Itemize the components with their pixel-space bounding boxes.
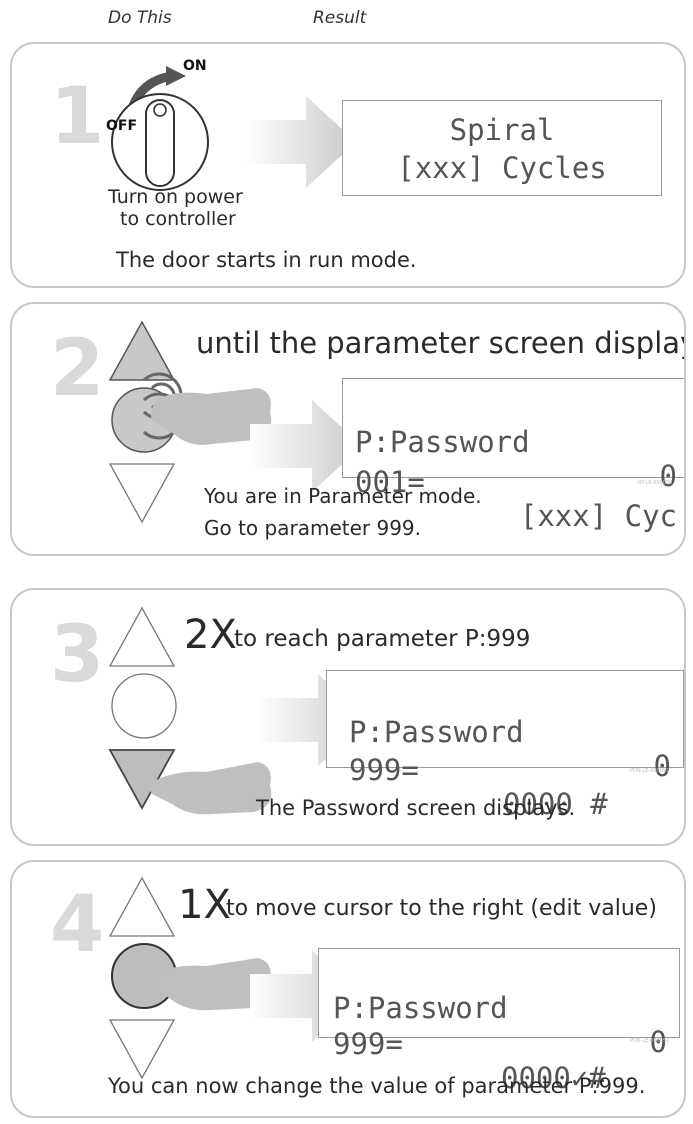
lcd-line-2-right: [xxx] Cyc xyxy=(519,499,677,533)
step-number: 1 xyxy=(50,72,105,162)
step-note: The door starts in run mode. xyxy=(116,248,417,272)
lcd-line-1: Spiral xyxy=(449,113,555,147)
lcd-display: P:Password 0 999= 0000 # xyxy=(326,670,684,821)
image-id: RY-LE-000050 xyxy=(638,480,673,486)
press-count: 1X xyxy=(178,882,231,928)
action-text-line2: to controller xyxy=(120,208,236,230)
step-instruction: to move cursor to the right (edit value) xyxy=(226,896,657,921)
image-id: PDN-LE-000051 xyxy=(630,768,670,774)
step-4-panel: 4 1X to move cursor to the right (edit v… xyxy=(10,860,686,1118)
step-2-panel: 2 until the parameter screen displays P:… xyxy=(10,302,686,556)
press-count: 2X xyxy=(184,612,237,658)
lcd-display: Spiral [xxx] Cycles xyxy=(342,100,662,196)
step-3-panel: 3 2X to reach parameter P:999 P:Password… xyxy=(10,588,686,846)
switch-off-label: OFF xyxy=(106,118,138,134)
step-note-line1: You are in Parameter mode. xyxy=(204,484,482,508)
column-header-do-this: Do This xyxy=(108,8,172,28)
step-note-line2: Go to parameter 999. xyxy=(204,516,422,540)
step-instruction: until the parameter screen displays xyxy=(196,326,686,360)
action-text-line1: Turn on power xyxy=(108,186,243,208)
step-note: The Password screen displays. xyxy=(256,796,576,820)
step-number: 2 xyxy=(50,324,105,414)
step-instruction: to reach parameter P:999 xyxy=(234,626,531,652)
step-number: 4 xyxy=(50,880,105,970)
lcd-line-2-left: 999= xyxy=(349,753,419,787)
image-id: PDN-LE-000052 xyxy=(630,1038,670,1044)
step-note: You can now change the value of paramete… xyxy=(108,1074,646,1098)
lcd-display: P:Password 0 001= [xxx] Cyc xyxy=(342,378,684,533)
switch-on-label: ON xyxy=(183,58,207,74)
lcd-display: P:Password 0 999= 0000✓# xyxy=(318,948,680,1095)
lcd-line-2: [xxx] Cycles xyxy=(397,151,607,185)
step-1-panel: 1 ON OFF Turn on power to controller Spi… xyxy=(10,42,686,288)
lcd-line-2-left: 999= xyxy=(333,1027,403,1061)
step-number: 3 xyxy=(50,610,105,700)
column-header-result: Result xyxy=(313,8,367,28)
